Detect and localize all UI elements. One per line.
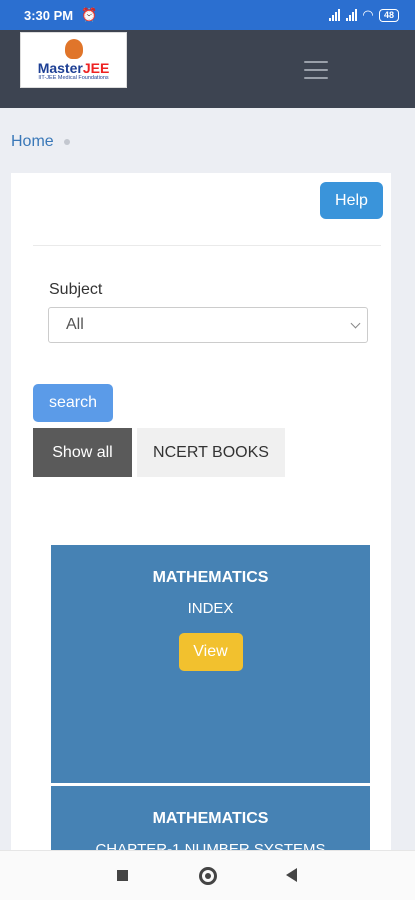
breadcrumb-home-link[interactable]: Home — [11, 133, 54, 151]
subject-select[interactable]: All — [48, 307, 368, 343]
system-nav-bar — [0, 850, 415, 900]
breadcrumb: Home — [11, 133, 70, 151]
breadcrumb-separator — [63, 139, 70, 145]
divider — [33, 245, 381, 246]
book-tile: MATHEMATICS INDEX View — [51, 545, 370, 783]
masterjee-logo[interactable]: MasterJEE IIT-JEE Medical Foundations — [20, 32, 127, 88]
logo-brand: MasterJEE — [37, 60, 110, 76]
recent-apps-icon[interactable] — [117, 870, 128, 881]
view-button[interactable]: View — [178, 633, 243, 671]
subject-select-value: All — [66, 316, 84, 333]
book-title: INDEX — [187, 600, 234, 617]
battery-icon: 48 — [378, 8, 399, 22]
alarm-icon: ⏰ — [81, 7, 98, 22]
book-subject: MATHEMATICS — [152, 569, 269, 586]
book-subject: MATHEMATICS — [152, 810, 269, 827]
app-bar: MasterJEE IIT-JEE Medical Foundations — [0, 30, 415, 108]
status-time: 3:30 PM — [24, 7, 74, 23]
menu-icon[interactable] — [304, 61, 328, 79]
cell-signal-icon — [328, 9, 340, 21]
wifi-icon: ◠ — [362, 7, 373, 22]
home-icon[interactable] — [199, 867, 217, 885]
help-button[interactable]: Help — [320, 182, 383, 219]
status-bar: 3:30 PM ⏰ ◠ 48 — [0, 0, 415, 30]
back-icon[interactable] — [286, 868, 297, 882]
content-card: Help Subject All search Show all NCERT B… — [11, 173, 391, 900]
show-all-button[interactable]: Show all — [33, 428, 132, 477]
mascot-icon — [64, 39, 83, 59]
ncert-books-button[interactable]: NCERT BOOKS — [137, 428, 285, 477]
logo-tagline: IIT-JEE Medical Foundations — [38, 75, 109, 81]
chevron-down-icon — [350, 318, 361, 329]
search-button[interactable]: search — [33, 384, 113, 422]
cell-signal-icon-2 — [345, 9, 357, 21]
subject-label: Subject — [49, 281, 103, 298]
